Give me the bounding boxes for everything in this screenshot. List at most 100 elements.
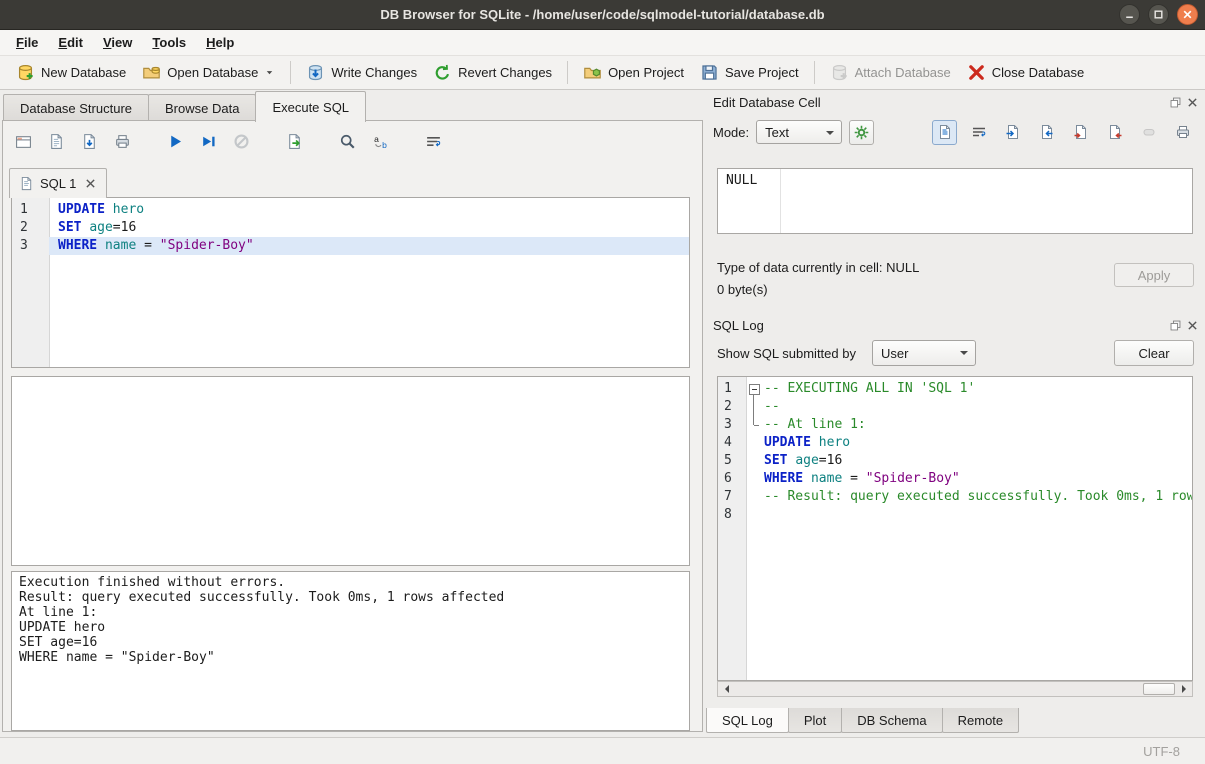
open-project-button[interactable]: Open Project (575, 59, 692, 86)
open-file-button[interactable] (1000, 120, 1025, 145)
open-database-button[interactable]: Open Database (134, 59, 283, 86)
menu-file[interactable]: File (6, 31, 48, 54)
tab-sql-1[interactable]: SQL 1 (9, 168, 107, 198)
submitter-value: User (881, 346, 908, 361)
close-database-button[interactable]: Close Database (959, 59, 1093, 86)
save-sql-file-icon (81, 133, 98, 150)
auto-mode-button[interactable] (849, 120, 874, 145)
revert-changes-button[interactable]: Revert Changes (425, 59, 560, 86)
scrollbar-thumb[interactable] (1143, 683, 1175, 695)
export-button[interactable] (1102, 120, 1127, 145)
save-sql-file-button[interactable] (77, 129, 102, 154)
line-number: 4 (718, 434, 746, 452)
dock-tab-plot[interactable]: Plot (788, 708, 842, 733)
submitter-select[interactable]: User (872, 340, 976, 366)
float-icon[interactable] (1168, 95, 1182, 109)
code-text: -- Result: query executed successfully. … (761, 488, 1193, 506)
mode-select[interactable]: Text (756, 120, 842, 144)
window-controls (1119, 4, 1198, 25)
dock-tab-sql-log[interactable]: SQL Log (706, 708, 789, 733)
find-icon (339, 133, 356, 150)
export-results-icon (286, 133, 303, 150)
close-icon[interactable] (1185, 95, 1199, 109)
save-file-button[interactable] (1034, 120, 1059, 145)
menu-help[interactable]: Help (196, 31, 244, 54)
text-view-icon (937, 124, 953, 140)
text-view-button[interactable] (932, 120, 957, 145)
tab-database-structure[interactable]: Database Structure (3, 94, 149, 121)
status-bar: UTF-8 (0, 737, 1205, 764)
dock-tabs: SQL LogPlotDB SchemaRemote (706, 708, 1018, 733)
code-line-6: 6WHERE name = "Spider-Boy" (718, 470, 1192, 488)
tab-execute-sql[interactable]: Execute SQL (255, 91, 366, 122)
open-sql-file-button[interactable] (44, 129, 69, 154)
save-project-button[interactable]: Save Project (692, 59, 807, 86)
execute-sql-pane: ab SQL 1 1UPDATE hero2SET age=163WHERE n… (2, 120, 703, 732)
word-wrap-button[interactable] (421, 129, 446, 154)
export-results-button[interactable] (282, 129, 307, 154)
code-line-1: 1-- EXECUTING ALL IN 'SQL 1' (718, 380, 1192, 398)
print-button[interactable] (110, 129, 135, 154)
dock-tab-db-schema[interactable]: DB Schema (841, 708, 942, 733)
maximize-icon (1153, 9, 1164, 20)
log-filter-row: Show SQL submitted by User (717, 339, 1105, 367)
line-number: 6 (718, 470, 746, 488)
sql-log-editor[interactable]: 1-- EXECUTING ALL IN 'SQL 1'2--3-- At li… (717, 376, 1193, 681)
log-line: WHERE name = "Spider-Boy" (19, 650, 682, 665)
scrollbar-track[interactable] (734, 682, 1176, 696)
title-bar[interactable]: DB Browser for SQLite - /home/user/code/… (0, 0, 1205, 30)
word-wrap-button[interactable] (966, 120, 991, 145)
word-wrap-icon (425, 133, 442, 150)
right-dock: Edit Database Cell Mode: Text NULL (705, 90, 1205, 737)
cell-value: NULL (726, 173, 757, 188)
fold-column (746, 488, 761, 506)
minimize-button[interactable] (1119, 4, 1140, 25)
print-button[interactable] (1170, 120, 1195, 145)
line-number: 1 (718, 380, 746, 398)
clear-button[interactable]: Clear (1114, 340, 1194, 366)
fold-column (746, 506, 761, 524)
float-icon[interactable] (1168, 318, 1182, 332)
execute-all-button[interactable] (163, 129, 188, 154)
new-tab-icon (15, 133, 32, 150)
scroll-right-button[interactable] (1176, 682, 1192, 696)
stop-icon (233, 133, 250, 150)
menu-edit[interactable]: Edit (48, 31, 93, 54)
cell-editor[interactable]: NULL (717, 168, 1193, 234)
open-file-icon (1005, 124, 1021, 140)
stop-button (229, 129, 254, 154)
replace-button[interactable]: ab (368, 129, 393, 154)
tab-browse-data[interactable]: Browse Data (148, 94, 256, 121)
find-button[interactable] (335, 129, 360, 154)
filter-label: Show SQL submitted by (717, 346, 856, 361)
log-line: Result: query executed successfully. Too… (19, 590, 682, 605)
toolbar-button-label: Attach Database (855, 65, 951, 80)
sql-log-title: SQL Log (713, 318, 764, 333)
horizontal-scrollbar[interactable] (717, 681, 1193, 697)
menu-tools[interactable]: Tools (142, 31, 196, 54)
close-database-icon (967, 63, 986, 82)
close-icon[interactable] (1185, 318, 1199, 332)
revert-changes-icon (433, 63, 452, 82)
maximize-button[interactable] (1148, 4, 1169, 25)
close-button[interactable] (1177, 4, 1198, 25)
execute-current-line-button[interactable] (196, 129, 221, 154)
fold-marker (746, 416, 761, 434)
line-number: 2 (12, 219, 49, 237)
new-tab-button[interactable] (11, 129, 36, 154)
dock-tab-remote[interactable]: Remote (942, 708, 1020, 733)
close-tab-button[interactable] (84, 177, 97, 190)
sql-editor[interactable]: 1UPDATE hero2SET age=163WHERE name = "Sp… (11, 197, 690, 368)
menu-view[interactable]: View (93, 31, 142, 54)
code-text: UPDATE hero (761, 434, 850, 452)
open-database-icon (142, 63, 161, 82)
close-icon (84, 177, 97, 190)
new-database-button[interactable]: New Database (8, 59, 134, 86)
fold-marker[interactable] (746, 380, 761, 398)
line-number: 8 (718, 506, 746, 524)
toolbar-separator (290, 61, 291, 84)
set-null-button (1136, 120, 1161, 145)
scroll-left-button[interactable] (718, 682, 734, 696)
write-changes-button[interactable]: Write Changes (298, 59, 425, 86)
import-button[interactable] (1068, 120, 1093, 145)
